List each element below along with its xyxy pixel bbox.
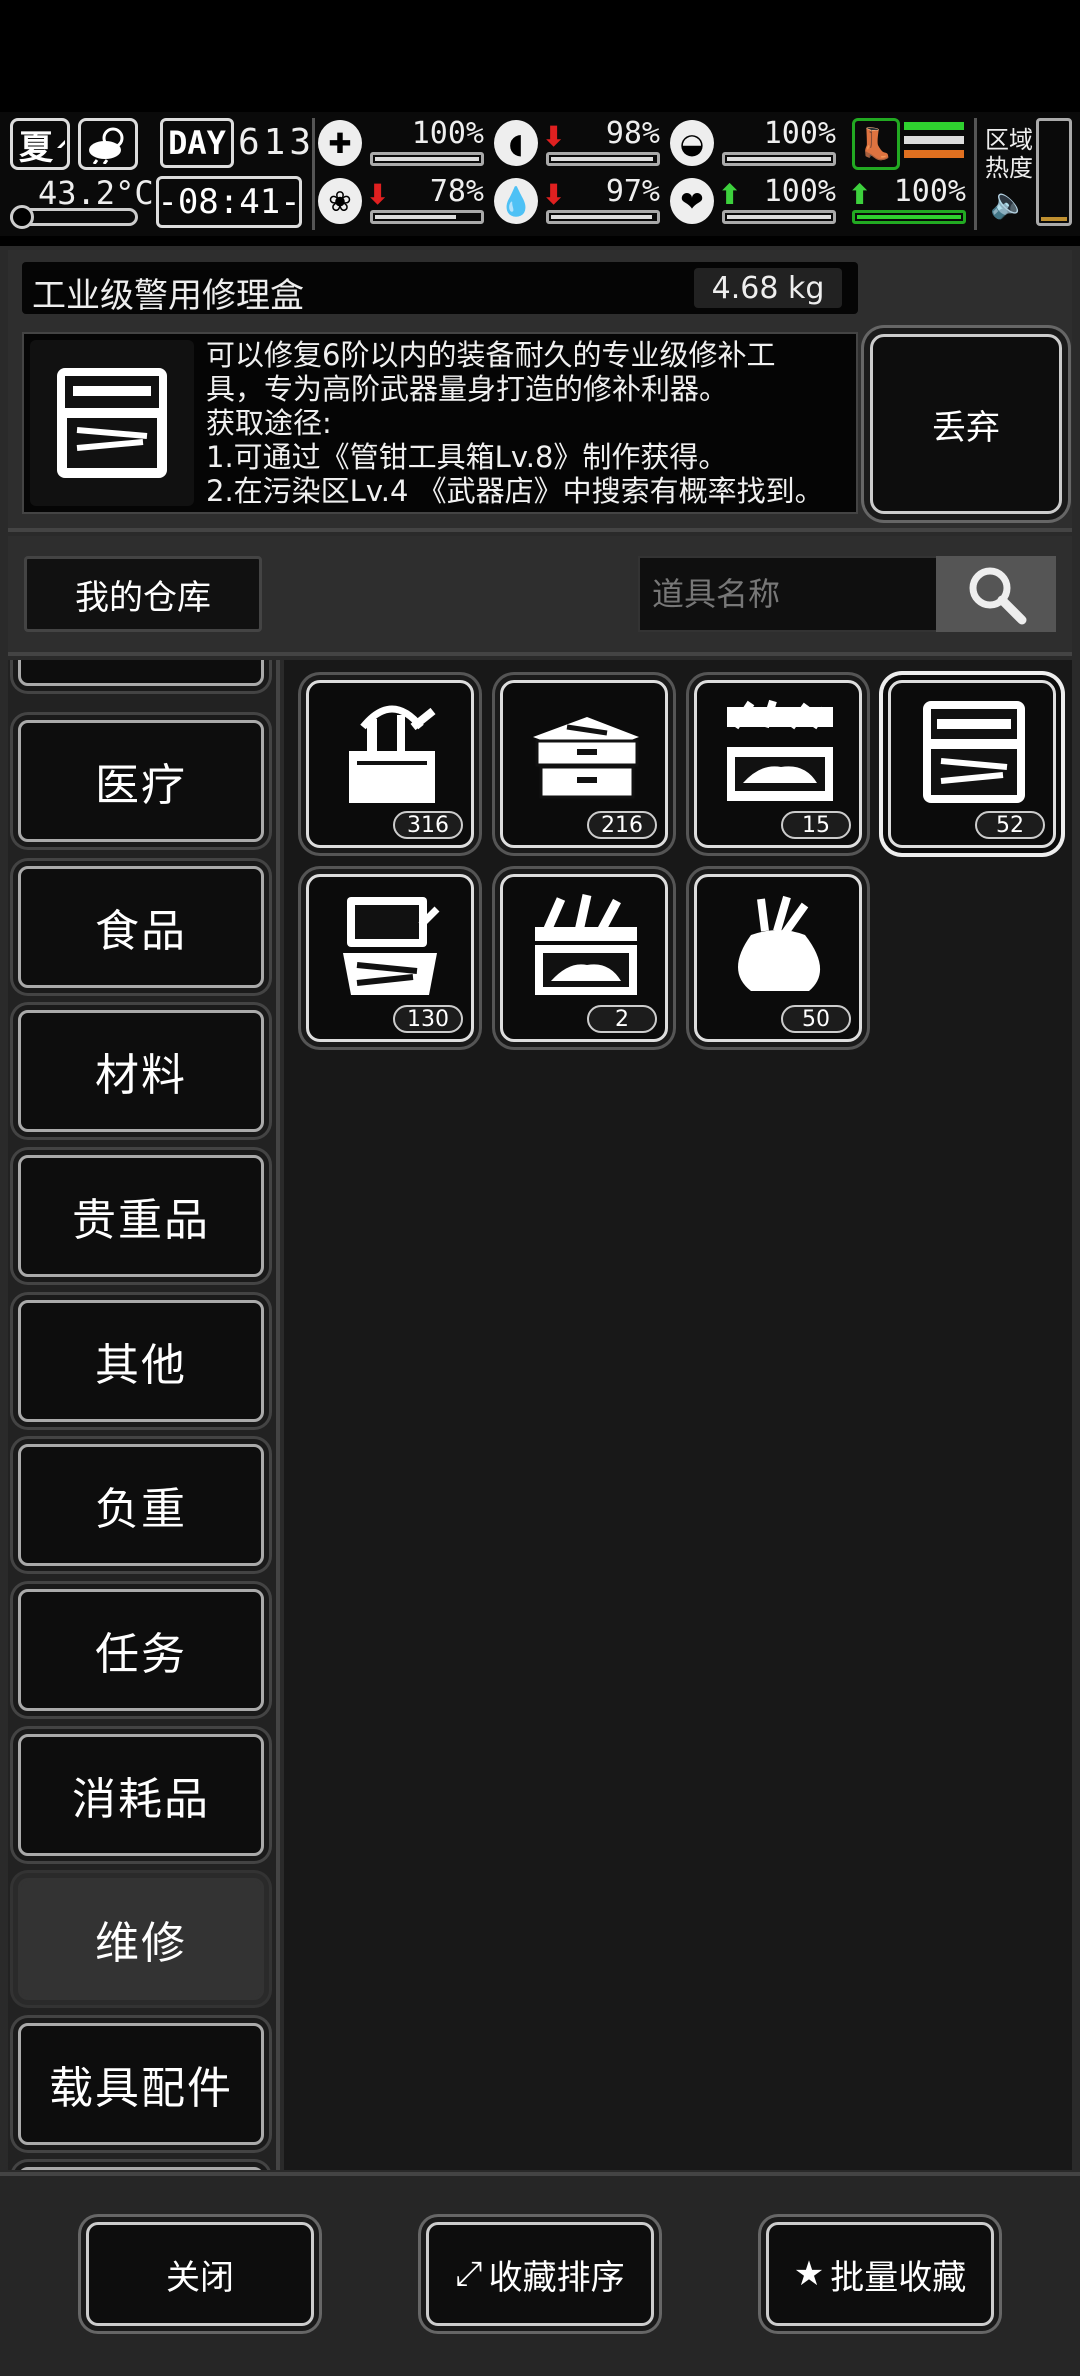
category-item-next[interactable] — [18, 2167, 264, 2170]
category-food[interactable]: 食品 — [18, 866, 264, 988]
tool-bag-icon — [349, 705, 436, 803]
discard-button[interactable]: 丢弃 — [870, 334, 1062, 514]
category-materials[interactable]: 材料 — [18, 1010, 264, 1132]
category-load[interactable]: 负重 — [18, 1444, 264, 1566]
brain-icon: ❀ — [318, 178, 362, 224]
stat-health: ✚ 100% — [318, 116, 484, 172]
inventory-grid: 316 216 15 52 130 2 50 — [284, 660, 1072, 2170]
close-button[interactable]: 关闭 — [86, 2222, 314, 2326]
item-search-input[interactable] — [638, 556, 938, 632]
item-slot-tool-pouch[interactable]: 50 — [694, 874, 862, 1042]
stat-thirst: 💧 ⬇ 97% — [494, 174, 660, 230]
vehicle-toolbox-icon — [727, 699, 833, 801]
item-description-box: 可以修复6阶以内的装备耐久的专业级修补工 具，专为高阶武器量身打造的修补利器。 … — [22, 332, 858, 514]
category-item-hidden[interactable] — [18, 660, 264, 686]
stat-boot: ⬆ 100% — [848, 174, 966, 230]
item-slot-vehicle-toolbox[interactable]: 15 — [694, 680, 862, 848]
item-count: 130 — [393, 1005, 463, 1033]
day-label: DAY — [160, 118, 234, 168]
zone-heat-label: 区域 热度 — [985, 126, 1033, 182]
car-repair-kit-icon — [535, 894, 637, 995]
category-valuables[interactable]: 贵重品 — [18, 1155, 264, 1277]
arrow-down-icon: ⬇ — [542, 178, 566, 211]
pliers-case-icon — [343, 897, 440, 995]
tool-pouch-icon — [738, 895, 821, 991]
sort-arrows-icon: ⤢ — [455, 2254, 483, 2294]
medkit-icon: ✚ — [318, 120, 362, 166]
stat-hunger: ◖ ⬇ 98% — [494, 116, 660, 172]
item-slot-cantilever-toolbox[interactable]: 216 — [500, 680, 668, 848]
bottom-action-bar: 关闭 ⤢ 收藏排序 ★ 批量收藏 — [0, 2172, 1080, 2376]
category-other[interactable]: 其他 — [18, 1300, 264, 1422]
item-weight: 4.68 kg — [694, 268, 842, 308]
warehouse-toolbar: 我的仓库 — [8, 536, 1072, 656]
season-label: 夏 — [19, 127, 53, 168]
day-number: 613 — [238, 122, 316, 163]
item-count: 2 — [587, 1005, 657, 1033]
stat-stamina: ◒ 100% — [670, 116, 836, 172]
search-button[interactable] — [936, 556, 1056, 632]
search-icon — [969, 567, 1027, 625]
arrow-down-icon: ⬇ — [542, 120, 566, 153]
partly-cloudy-icon — [89, 127, 124, 164]
my-warehouse-button[interactable]: 我的仓库 — [24, 556, 262, 632]
category-medical[interactable]: 医疗 — [18, 720, 264, 842]
status-bar: 夏 43.2°C DAY 613 -08:41- ✚ 100% ◖ ⬇ 98% … — [0, 112, 1080, 236]
temperature-gauge — [10, 205, 138, 229]
water-drop-icon: 💧 — [494, 178, 538, 224]
repair-case-icon — [30, 340, 194, 506]
item-name-bar: 工业级警用修理盒 4.68 kg — [22, 262, 858, 316]
item-count: 50 — [781, 1005, 851, 1033]
category-quest[interactable]: 任务 — [18, 1589, 264, 1711]
game-clock: -08:41- — [156, 176, 302, 228]
item-description: 可以修复6阶以内的装备耐久的专业级修补工 具，专为高阶武器量身打造的修补利器。 … — [206, 338, 824, 508]
category-consumables[interactable]: 消耗品 — [18, 1734, 264, 1856]
category-sidebar[interactable]: 医疗 食品 材料 贵重品 其他 负重 任务 消耗品 维修 载具配件 — [8, 660, 280, 2170]
zone-heat-gauge — [1036, 118, 1072, 226]
arrow-up-icon: ⬆ — [718, 178, 742, 211]
arrow-down-icon: ⬇ — [366, 178, 390, 211]
stat-mood: ❀ ⬇ 78% — [318, 174, 484, 230]
shield-icon: ◒ — [670, 120, 714, 166]
cantilever-toolbox-icon — [533, 717, 639, 799]
item-count: 316 — [393, 811, 463, 839]
batch-favorite-button[interactable]: ★ 批量收藏 — [766, 2222, 994, 2326]
item-slot-pliers-case[interactable]: 130 — [306, 874, 474, 1042]
star-icon: ★ — [793, 2254, 825, 2294]
item-name: 工业级警用修理盒 — [32, 276, 304, 316]
item-info-panel: 工业级警用修理盒 4.68 kg 可以修复6阶以内的装备耐久的专业级修补工 具，… — [8, 250, 1072, 532]
sun-icon — [57, 140, 65, 148]
item-slot-tool-bag[interactable]: 316 — [306, 680, 474, 848]
speaker-icon[interactable]: 🔈 — [990, 186, 1027, 221]
stomach-icon: ◖ — [494, 120, 538, 166]
season-indicator: 夏 — [10, 118, 70, 170]
category-vehicle-parts[interactable]: 载具配件 — [18, 2023, 264, 2145]
stat-heart: ❤ ⬆ 100% — [670, 174, 836, 230]
item-count: 15 — [781, 811, 851, 839]
heart-icon: ❤ — [670, 178, 714, 224]
boot-icon: 👢 — [852, 118, 900, 170]
item-slot-car-repair-kit[interactable]: 2 — [500, 874, 668, 1042]
favorite-sort-button[interactable]: ⤢ 收藏排序 — [426, 2222, 654, 2326]
category-repair[interactable]: 维修 — [18, 1878, 264, 2000]
zone-stripes — [904, 122, 964, 166]
weather-indicator — [78, 118, 138, 170]
item-count: 52 — [975, 811, 1045, 839]
repair-case-icon — [923, 701, 1025, 803]
arrow-up-icon: ⬆ — [848, 178, 872, 211]
item-count: 216 — [587, 811, 657, 839]
item-slot-repair-case[interactable]: 52 — [888, 680, 1056, 848]
